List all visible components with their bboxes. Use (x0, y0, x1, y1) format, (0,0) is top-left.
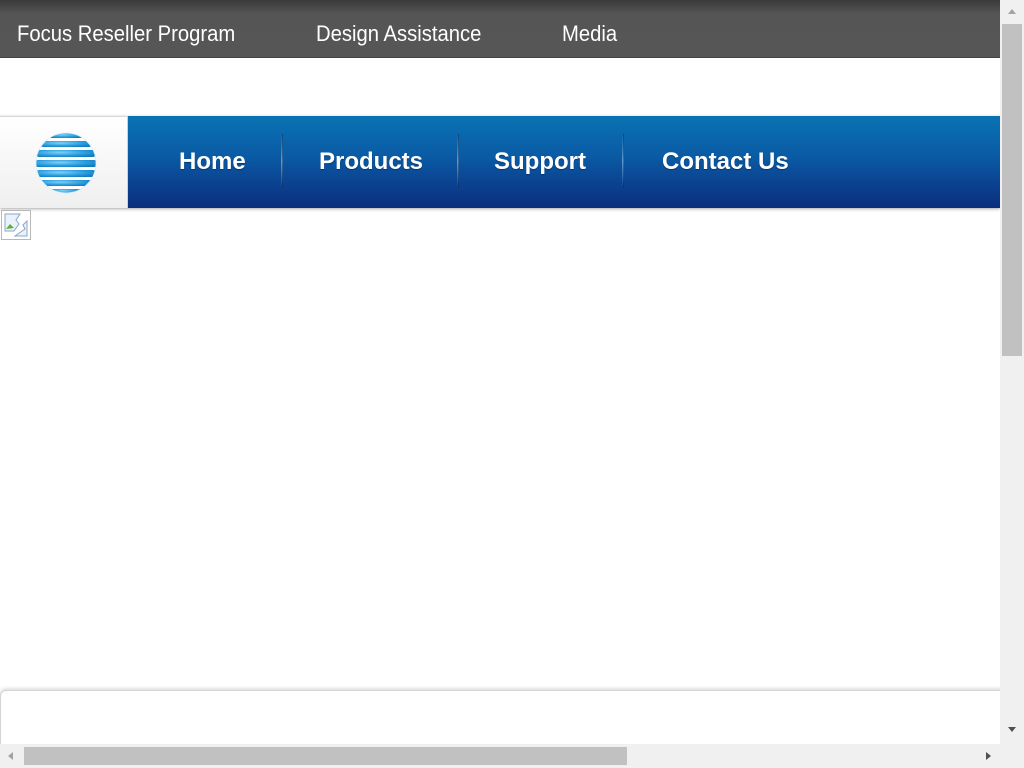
scrollbar-corner (1000, 744, 1024, 768)
att-globe-icon (35, 132, 97, 194)
horizontal-scroll-thumb[interactable] (24, 747, 627, 765)
nav-item-products[interactable]: Products (319, 116, 423, 208)
nav-item-contact-us[interactable]: Contact Us (662, 116, 789, 208)
scroll-up-icon[interactable] (1008, 9, 1016, 14)
vertical-scroll-thumb[interactable] (1002, 24, 1022, 356)
nav-divider (622, 134, 624, 188)
nav-item-support[interactable]: Support (494, 116, 586, 208)
scroll-down-icon[interactable] (1008, 727, 1016, 732)
nav-item-home[interactable]: Home (179, 116, 246, 208)
nav-divider (281, 134, 283, 188)
scroll-left-icon[interactable] (8, 752, 13, 760)
utility-bar: Focus Reseller Program Design Assistance… (0, 0, 1000, 58)
horizontal-scrollbar[interactable] (0, 744, 1000, 768)
vertical-scrollbar[interactable] (1000, 0, 1024, 744)
main-navigation: Home Products Support Contact Us (0, 116, 1000, 208)
content-panel (0, 690, 1000, 744)
topbar-link-focus-reseller[interactable]: Focus Reseller Program (17, 20, 235, 48)
page-viewport: Focus Reseller Program Design Assistance… (0, 0, 1000, 744)
topbar-link-design-assistance[interactable]: Design Assistance (316, 20, 481, 48)
main-nav-bar: Home Products Support Contact Us (128, 116, 1000, 208)
scroll-right-icon[interactable] (986, 752, 991, 760)
topbar-link-media[interactable]: Media (562, 20, 617, 48)
nav-divider (457, 134, 459, 188)
logo-link[interactable] (0, 116, 128, 208)
broken-image-icon (1, 210, 31, 240)
